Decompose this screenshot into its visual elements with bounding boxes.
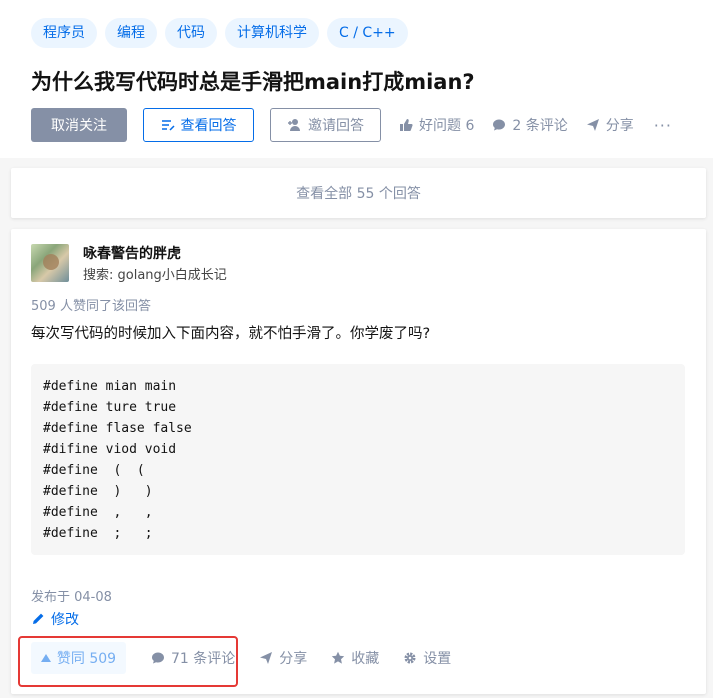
view-answers-label: 查看回答 xyxy=(180,118,237,134)
comment-icon xyxy=(492,118,506,132)
answer-card: 咏春警告的胖虎 搜索: golang小白成长记 509 人赞同了该回答 每次写代… xyxy=(11,229,706,694)
code-line: #define ) ) xyxy=(43,484,153,499)
publish-time[interactable]: 发布于 04-08 xyxy=(31,586,112,605)
answer-share-label: 分享 xyxy=(279,651,308,667)
code-line: #difine viod void xyxy=(43,442,177,457)
view-answers-button[interactable]: 查看回答 xyxy=(143,108,254,142)
code-line: #define flase false xyxy=(43,421,192,436)
share-icon xyxy=(259,651,273,665)
code-line: #define ; ; xyxy=(43,526,153,541)
triangle-up-icon xyxy=(40,654,51,662)
question-comments-label: 2 条评论 xyxy=(512,118,568,134)
topic-tag[interactable]: 程序员 xyxy=(31,18,97,48)
code-line: #define ( ( xyxy=(43,463,145,478)
thumbs-up-icon xyxy=(399,118,413,132)
collect-button[interactable]: 收藏 xyxy=(331,648,379,668)
share-icon xyxy=(586,118,600,132)
unfollow-button[interactable]: 取消关注 xyxy=(31,108,127,142)
answer-share-button[interactable]: 分享 xyxy=(259,648,307,668)
star-icon xyxy=(331,651,345,665)
answer-comments-button[interactable]: 71 条评论 xyxy=(151,648,235,668)
settings-button[interactable]: 设置 xyxy=(403,648,451,668)
topic-tag[interactable]: 代码 xyxy=(165,18,217,48)
question-share-label: 分享 xyxy=(605,118,634,134)
answer-action-bar: 赞同 509 71 条评论 分享 收藏 设置 xyxy=(31,642,451,674)
pencil-icon xyxy=(31,612,45,626)
question-header: 程序员 编程 代码 计算机科学 C / C++ 为什么我写代码时总是手滑把mai… xyxy=(0,0,713,158)
settings-label: 设置 xyxy=(423,651,452,667)
more-options-button[interactable]: ··· xyxy=(654,116,672,135)
add-user-icon xyxy=(287,118,302,132)
upvote-button[interactable]: 赞同 509 xyxy=(31,642,126,674)
good-question-label: 好问题 6 xyxy=(419,118,475,134)
code-line: #define mian main xyxy=(43,379,177,394)
edit-button[interactable]: 修改 xyxy=(31,609,79,629)
pencil-list-icon xyxy=(161,118,175,132)
comment-icon xyxy=(151,651,165,665)
vote-summary: 509 人赞同了该回答 xyxy=(31,299,151,314)
view-all-answers-button[interactable]: 查看全部 55 个回答 xyxy=(11,168,706,218)
answer-comments-label: 71 条评论 xyxy=(171,651,236,667)
topic-tag[interactable]: C / C++ xyxy=(327,18,408,48)
invite-answer-button[interactable]: 邀请回答 xyxy=(270,108,381,142)
code-block: #define mian main #define ture true #def… xyxy=(31,364,685,555)
collect-label: 收藏 xyxy=(351,651,380,667)
upvote-label: 赞同 509 xyxy=(56,651,117,667)
code-line: #define , , xyxy=(43,505,153,520)
topic-tag[interactable]: 计算机科学 xyxy=(225,18,319,48)
author-name[interactable]: 咏春警告的胖虎 xyxy=(83,243,181,263)
question-share-button[interactable]: 分享 xyxy=(586,115,634,135)
question-actions: 取消关注 查看回答 邀请回答 好问题 6 2 条评论 分享 ··· xyxy=(31,108,672,142)
answer-text: 每次写代码的时候加入下面内容，就不怕手滑了。你学废了吗? xyxy=(31,326,431,342)
code-line: #define ture true xyxy=(43,400,177,415)
invite-label: 邀请回答 xyxy=(308,118,364,134)
question-comments-button[interactable]: 2 条评论 xyxy=(492,115,568,135)
edit-label: 修改 xyxy=(51,612,79,628)
good-question-button[interactable]: 好问题 6 xyxy=(399,115,474,135)
gear-icon xyxy=(403,651,417,665)
author-headline: 搜索: golang小白成长记 xyxy=(83,268,227,283)
topic-list: 程序员 编程 代码 计算机科学 C / C++ xyxy=(31,18,408,48)
topic-tag[interactable]: 编程 xyxy=(105,18,157,48)
avatar[interactable] xyxy=(31,244,69,282)
question-title[interactable]: 为什么我写代码时总是手滑把main打成mian? xyxy=(31,66,475,96)
